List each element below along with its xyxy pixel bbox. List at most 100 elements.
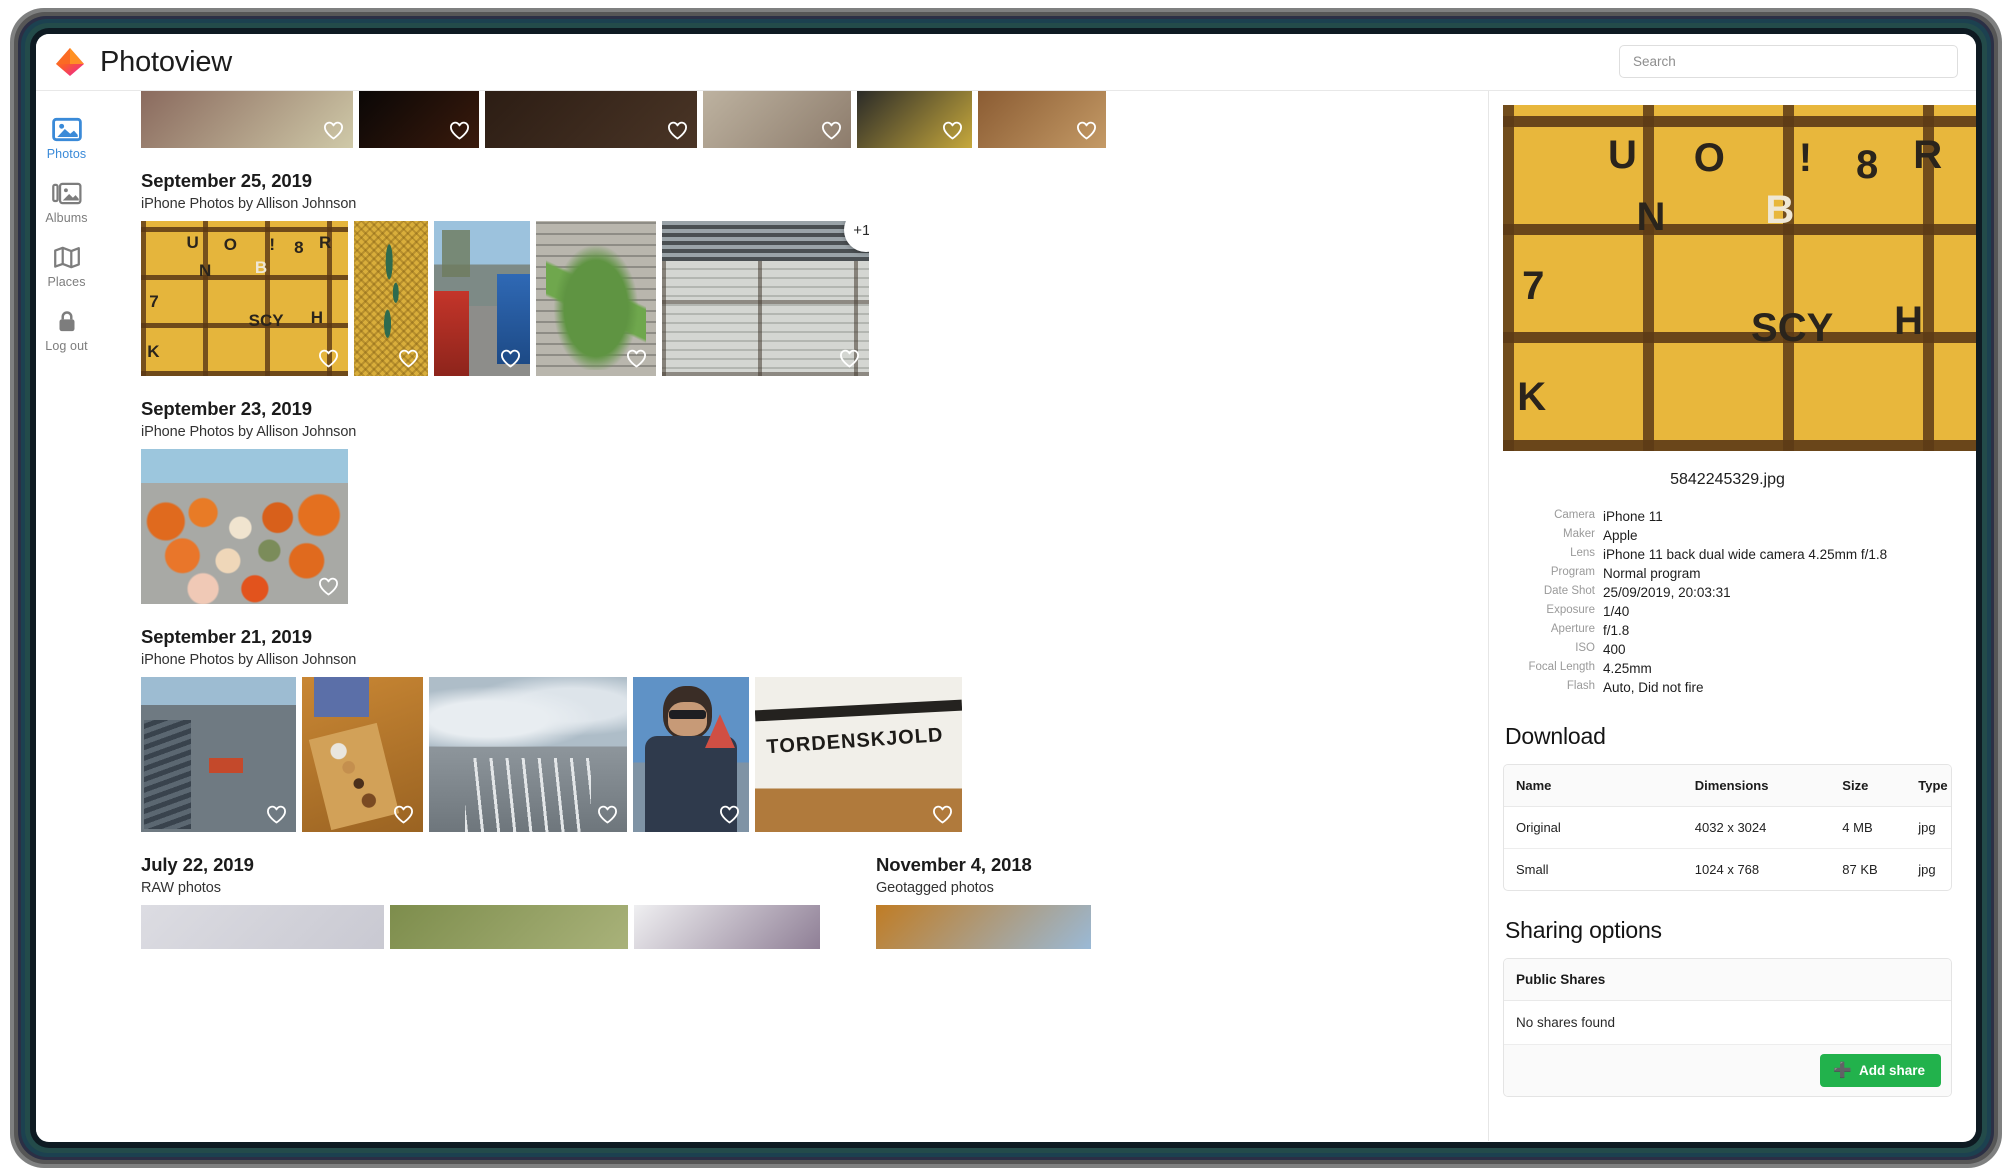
favorite-heart-icon[interactable]: [500, 348, 521, 369]
exif-key: Flash: [1503, 678, 1603, 697]
sidebar-item-label: Places: [47, 275, 85, 289]
exif-key: Lens: [1503, 545, 1603, 564]
photo-thumbnail[interactable]: [876, 905, 1091, 949]
favorite-heart-icon[interactable]: [266, 804, 287, 825]
photo-thumbnail[interactable]: [429, 677, 627, 832]
detail-preview-image[interactable]: UO!8RNBSCYH7K: [1503, 105, 1976, 451]
favorite-heart-icon[interactable]: [942, 120, 963, 141]
photo-art: [141, 905, 384, 949]
download-table: NameDimensionsSizeType Original4032 x 30…: [1504, 765, 1951, 890]
photoview-app-window: Photoview Photos: [36, 34, 1976, 1142]
favorite-heart-icon[interactable]: [597, 804, 618, 825]
exif-value: iPhone 11 back dual wide camera 4.25mm f…: [1603, 545, 1952, 564]
download-row[interactable]: Small1024 x 76887 KBjpg: [1504, 849, 1951, 891]
photo-thumbnail[interactable]: [354, 221, 428, 376]
photo-thumbnail[interactable]: [633, 677, 749, 832]
favorite-heart-icon[interactable]: [1076, 120, 1097, 141]
bezel-layer-5: Photoview Photos: [25, 23, 1987, 1153]
sidebar-item-places[interactable]: Places: [36, 235, 97, 299]
group-album-subtitle: RAW photos: [141, 880, 876, 896]
photo-row: TORDENSKJOLD: [141, 677, 1478, 832]
photo-thumbnail[interactable]: [434, 221, 530, 376]
exif-row: MakerApple: [1503, 526, 1952, 545]
map-icon: [52, 244, 82, 271]
favorite-heart-icon[interactable]: [821, 120, 842, 141]
photo-thumbnail[interactable]: [359, 91, 479, 148]
favorite-heart-icon[interactable]: [318, 576, 339, 597]
download-column-header: Dimensions: [1683, 765, 1831, 807]
photo-thumbnail[interactable]: [978, 91, 1106, 148]
photo-art: [141, 449, 348, 604]
app-body: Photos Albums: [36, 91, 1976, 1141]
photoview-diamond-logo-icon: [53, 45, 87, 79]
image-icon: [52, 116, 82, 143]
no-shares-message: No shares found: [1504, 1001, 1951, 1045]
sidebar-item-albums[interactable]: Albums: [36, 171, 97, 235]
exif-row: ISO400: [1503, 640, 1952, 659]
photo-date-group: September 21, 2019iPhone Photos by Allis…: [141, 626, 1478, 832]
detail-filename: 5842245329.jpg: [1503, 471, 1952, 489]
photo-thumbnail[interactable]: [634, 905, 820, 949]
albums-icon: [52, 180, 82, 207]
photo-date-group: September 25, 2019iPhone Photos by Allis…: [141, 170, 1478, 376]
photo-thumbnail[interactable]: [857, 91, 972, 148]
photo-thumbnail[interactable]: [141, 677, 296, 832]
exif-key: Program: [1503, 564, 1603, 583]
app-header: Photoview: [36, 34, 1976, 91]
exif-row: ProgramNormal program: [1503, 564, 1952, 583]
group-album-subtitle: iPhone Photos by Allison Johnson: [141, 424, 1478, 440]
search-input[interactable]: [1619, 45, 1958, 78]
download-cell: 4 MB: [1830, 807, 1906, 849]
photo-thumbnail[interactable]: [485, 91, 697, 148]
sidebar-item-logout[interactable]: Log out: [36, 299, 97, 363]
lock-icon: [52, 308, 82, 335]
photo-thumbnail[interactable]: [141, 91, 353, 148]
download-cell: jpg: [1906, 849, 1951, 891]
bezel-layer-2: Photoview Photos: [14, 12, 1998, 1164]
favorite-heart-icon[interactable]: [839, 348, 860, 369]
favorite-heart-icon[interactable]: [626, 348, 647, 369]
bezel-layer-6: Photoview Photos: [30, 28, 1982, 1148]
photo-thumbnail[interactable]: UO!8RNBSCYH7K: [141, 221, 348, 376]
photo-thumbnail[interactable]: +12: [662, 221, 869, 376]
photo-thumbnail[interactable]: [703, 91, 851, 148]
photo-date-group: November 4, 2018Geotagged photos: [876, 854, 1091, 949]
photo-row: [876, 905, 1091, 949]
sidebar-item-label: Photos: [47, 147, 87, 161]
favorite-heart-icon[interactable]: [719, 804, 740, 825]
photo-date-group: [141, 91, 1478, 148]
favorite-heart-icon[interactable]: [932, 804, 953, 825]
photo-art: [876, 905, 1091, 949]
exif-key: Maker: [1503, 526, 1603, 545]
sharing-footer: ➕ Add share: [1504, 1045, 1951, 1096]
photo-thumbnail[interactable]: [141, 449, 348, 604]
download-cell: Original: [1504, 807, 1683, 849]
photo-thumbnail[interactable]: [302, 677, 423, 832]
favorite-heart-icon[interactable]: [318, 348, 339, 369]
photo-thumbnail[interactable]: [536, 221, 656, 376]
exif-key: Date Shot: [1503, 583, 1603, 602]
sidebar-item-label: Log out: [45, 339, 87, 353]
photo-thumbnail[interactable]: TORDENSKJOLD: [755, 677, 962, 832]
photo-thumbnail[interactable]: [390, 905, 628, 949]
photo-thumbnail[interactable]: [141, 905, 384, 949]
exif-value: 25/09/2019, 20:03:31: [1603, 583, 1952, 602]
add-share-label: Add share: [1859, 1063, 1925, 1078]
download-row[interactable]: Original4032 x 30244 MBjpg: [1504, 807, 1951, 849]
app-logo[interactable]: [42, 45, 98, 79]
add-share-button[interactable]: ➕ Add share: [1820, 1054, 1941, 1087]
favorite-heart-icon[interactable]: [398, 348, 419, 369]
photo-timeline[interactable]: September 25, 2019iPhone Photos by Allis…: [97, 91, 1488, 1141]
favorite-heart-icon[interactable]: [667, 120, 688, 141]
photo-date-group: July 22, 2019RAW photos: [141, 854, 876, 949]
sidebar-item-photos[interactable]: Photos: [36, 107, 97, 171]
favorite-heart-icon[interactable]: [393, 804, 414, 825]
bezel-layer-4: Photoview Photos: [21, 19, 1991, 1157]
favorite-heart-icon[interactable]: [449, 120, 470, 141]
sidebar-item-label: Albums: [45, 211, 87, 225]
exif-row: CameraiPhone 11: [1503, 507, 1952, 526]
favorite-heart-icon[interactable]: [323, 120, 344, 141]
download-cell: jpg: [1906, 807, 1951, 849]
exif-table: CameraiPhone 11MakerAppleLensiPhone 11 b…: [1503, 507, 1952, 697]
exif-key: Aperture: [1503, 621, 1603, 640]
